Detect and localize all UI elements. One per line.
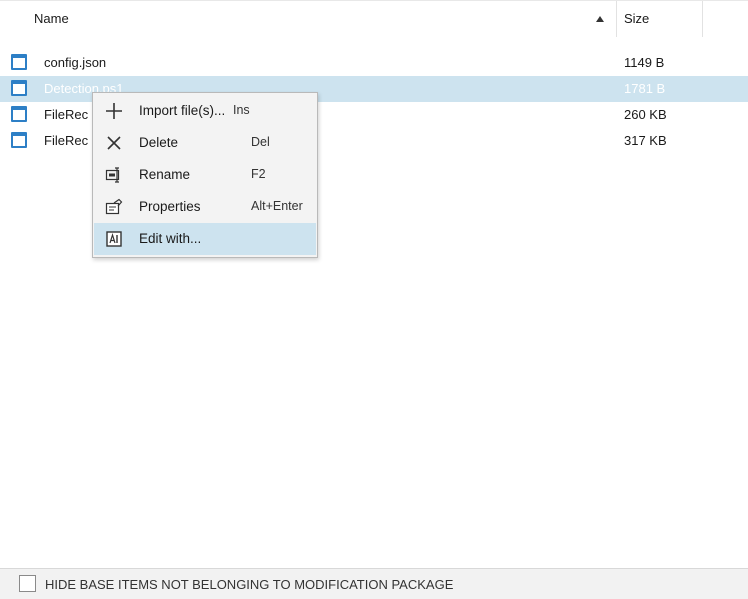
plus-icon	[105, 102, 123, 120]
menu-item-label: Properties	[139, 199, 201, 214]
edit-with-icon	[105, 230, 123, 248]
menu-item-delete[interactable]: Delete Del	[94, 127, 316, 159]
file-icon	[11, 132, 27, 148]
menu-item-import-files[interactable]: Import file(s)... Ins	[94, 95, 316, 127]
footer-bar: HIDE BASE ITEMS NOT BELONGING TO MODIFIC…	[0, 568, 748, 599]
menu-item-edit-with[interactable]: Edit with...	[94, 223, 316, 255]
file-size: 1781 B	[624, 81, 666, 96]
close-icon	[105, 134, 123, 152]
column-separator[interactable]	[616, 1, 617, 37]
file-size: 260 KB	[624, 107, 667, 122]
menu-item-label: Rename	[139, 167, 191, 182]
menu-item-label: Edit with...	[139, 231, 202, 246]
menu-item-shortcut: F2	[251, 167, 266, 181]
menu-item-shortcut: Ins	[233, 103, 250, 117]
file-list[interactable]: Name Size config.json 1149 B Detection.p…	[0, 0, 748, 568]
hide-base-items-checkbox[interactable]	[19, 575, 36, 592]
menu-item-label: Import file(s)...	[139, 103, 226, 118]
menu-item-shortcut: Alt+Enter	[251, 199, 303, 213]
file-name: config.json	[44, 55, 107, 70]
file-icon	[11, 54, 27, 70]
file-icon	[11, 80, 27, 96]
file-size: 317 KB	[624, 133, 667, 148]
column-header-name[interactable]: Name	[34, 1, 616, 37]
menu-item-shortcut: Del	[251, 135, 270, 149]
context-menu: Import file(s)... Ins Delete Del Rename …	[92, 92, 318, 258]
hide-base-items-label[interactable]: HIDE BASE ITEMS NOT BELONGING TO MODIFIC…	[45, 569, 453, 599]
file-name: FileRec	[44, 133, 89, 148]
column-separator[interactable]	[702, 1, 703, 37]
menu-item-properties[interactable]: Properties Alt+Enter	[94, 191, 316, 223]
file-icon	[11, 106, 27, 122]
rename-icon	[105, 166, 123, 184]
column-header-size[interactable]: Size	[624, 1, 702, 37]
sort-ascending-icon	[596, 16, 604, 22]
properties-icon	[105, 198, 123, 216]
menu-item-rename[interactable]: Rename F2	[94, 159, 316, 191]
menu-item-label: Delete	[139, 135, 179, 150]
file-name: FileRec	[44, 107, 89, 122]
column-header-row: Name Size	[0, 1, 748, 37]
file-row[interactable]: config.json 1149 B	[0, 50, 748, 76]
file-size: 1149 B	[624, 55, 665, 70]
